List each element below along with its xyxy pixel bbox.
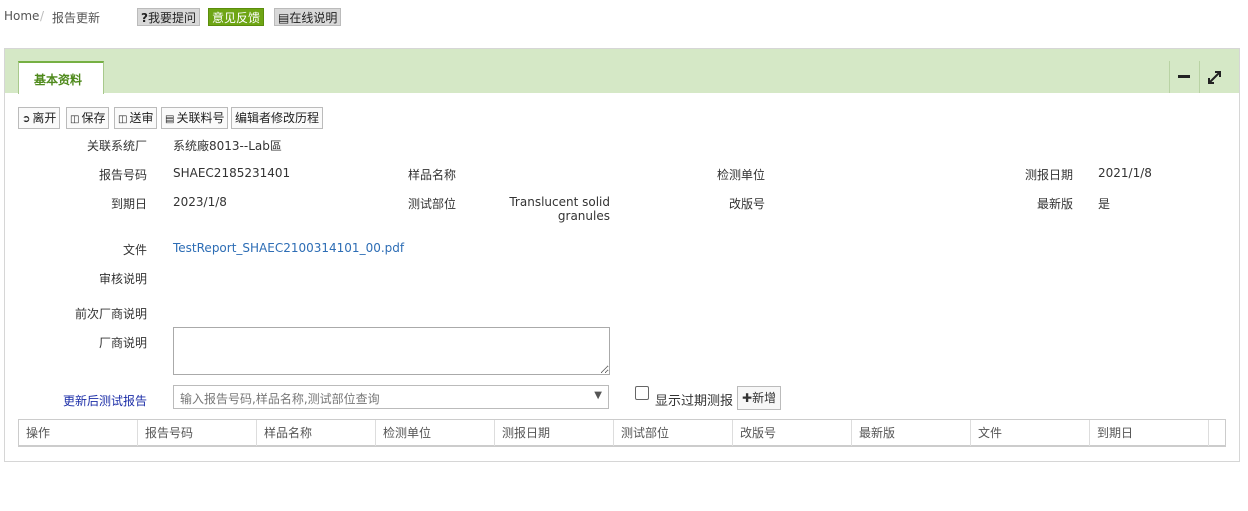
column-header[interactable]: 到期日 — [1090, 420, 1209, 446]
report-date-label: 测报日期 — [1024, 168, 1073, 182]
column-header[interactable]: 样品名称 — [257, 420, 376, 446]
file-label: 文件 — [122, 243, 147, 257]
vendor-note-textarea[interactable] — [173, 327, 610, 375]
latest-label: 最新版 — [1036, 197, 1073, 211]
breadcrumb-separator: / — [40, 9, 45, 23]
report-table-header: 操作 报告号码 样品名称 检测单位 测报日期 测试部位 改版号 最新版 文件 到… — [18, 419, 1226, 447]
top-bar: Home / 报告更新 ?我要提问 意见反馈 ▤在线说明 — [0, 0, 1248, 34]
latest-value: 是 — [1098, 197, 1111, 211]
prev-vendor-note-label: 前次厂商说明 — [74, 307, 147, 321]
expand-icon[interactable] — [1199, 61, 1228, 93]
submit-review-button[interactable]: ◫ 送审 — [114, 107, 158, 129]
column-header[interactable]: 测报日期 — [495, 420, 614, 446]
related-part-button[interactable]: ▤ 关联料号 — [161, 107, 229, 129]
submit-icon: ◫ — [118, 114, 128, 125]
report-no-label: 报告号码 — [98, 168, 147, 182]
column-header[interactable]: 检测单位 — [376, 420, 495, 446]
show-expired-label[interactable]: 显示过期测报 — [655, 390, 733, 409]
book-icon: ▤ — [278, 11, 290, 25]
sample-name-label: 样品名称 — [407, 168, 456, 182]
exit-icon: ➲ — [22, 114, 31, 125]
test-part-value: Translucent solid granules — [509, 195, 610, 223]
tab-basic-info[interactable]: 基本资料 — [18, 61, 104, 94]
file-link[interactable]: TestReport_SHAEC2100314101_00.pdf — [173, 241, 404, 255]
review-note-label: 审核说明 — [98, 272, 147, 286]
save-icon: ◫ — [70, 114, 80, 125]
panel-header: 基本资料 — [5, 49, 1239, 94]
panel-body: ➲ 离开 ◫ 保存 ◫ 送审 ▤ 关联料号 编辑者修改历程 关联系统厂 系统廠8013-… — [5, 93, 1239, 461]
test-unit-label: 检测单位 — [716, 168, 765, 182]
expiry-value: 2023/1/8 — [173, 195, 227, 209]
plus-icon: ✚ — [742, 391, 753, 405]
column-header[interactable]: 最新版 — [852, 420, 971, 446]
feedback-button[interactable]: 意见反馈 — [208, 8, 265, 26]
report-date-value: 2021/1/8 — [1098, 166, 1152, 180]
expiry-label: 到期日 — [110, 197, 147, 211]
online-manual-button[interactable]: ▤在线说明 — [274, 8, 342, 26]
dropdown-arrow-icon[interactable]: ▼ — [594, 390, 602, 401]
minus-icon[interactable] — [1169, 61, 1198, 93]
breadcrumb-current: 报告更新 — [52, 11, 101, 25]
basic-info-panel: 基本资料 ➲ 离开 ◫ 保存 ◫ 送审 ▤ 关联料号 编辑者修改历程 关联系统厂 系统廠… — [4, 48, 1240, 462]
document-icon: ▤ — [165, 114, 175, 125]
vendor-note-label: 厂商说明 — [98, 336, 147, 350]
panel-tools — [1169, 61, 1239, 93]
revision-label: 改版号 — [728, 197, 765, 211]
column-header[interactable]: 测试部位 — [614, 420, 733, 446]
column-header[interactable]: 报告号码 — [138, 420, 257, 446]
show-expired-checkbox[interactable] — [635, 386, 649, 400]
ask-question-button[interactable]: ?我要提问 — [137, 8, 200, 26]
column-header[interactable]: 操作 — [19, 420, 138, 446]
system-factory-label: 关联系统厂 — [86, 139, 147, 153]
add-button[interactable]: ✚新增 — [737, 386, 782, 410]
report-search-combobox[interactable]: 输入报告号码,样品名称,测试部位查询 ▼ — [173, 385, 609, 409]
report-no-value: SHAEC2185231401 — [173, 166, 291, 180]
leave-button[interactable]: ➲ 离开 — [18, 107, 61, 129]
column-header[interactable]: 改版号 — [733, 420, 852, 446]
updated-report-label[interactable]: 更新后测试报告 — [5, 392, 147, 409]
save-button[interactable]: ◫ 保存 — [66, 107, 110, 129]
report-search-placeholder: 输入报告号码,样品名称,测试部位查询 — [180, 392, 380, 406]
question-icon: ? — [141, 11, 148, 25]
breadcrumb-home[interactable]: Home — [4, 9, 39, 23]
column-header[interactable]: 文件 — [971, 420, 1090, 446]
edit-history-button[interactable]: 编辑者修改历程 — [231, 107, 324, 129]
system-factory-value: 系统廠8013--Lab區 — [173, 139, 282, 153]
test-part-label: 测试部位 — [407, 197, 456, 211]
